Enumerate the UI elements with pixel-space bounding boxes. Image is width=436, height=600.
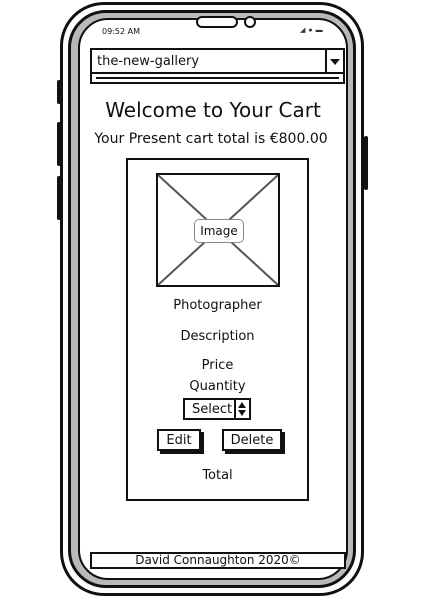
photographer-label: Photographer — [173, 298, 262, 313]
status-icons: ◢●▬ — [300, 26, 326, 34]
volume-down-button — [57, 122, 61, 166]
price-label: Price — [201, 358, 234, 373]
status-time: 09:52 AM — [102, 27, 140, 36]
delete-button[interactable]: Delete — [222, 429, 282, 451]
front-camera — [244, 16, 256, 28]
volume-up-button — [57, 80, 61, 104]
up-down-arrows-icon[interactable] — [234, 400, 249, 418]
cart-total: Your Present cart total is €800.00 — [94, 131, 328, 147]
wifi-icon: ● — [308, 27, 316, 34]
item-total-label: Total — [202, 468, 233, 483]
nav-strip — [90, 74, 345, 84]
quantity-label: Quantity — [189, 379, 246, 394]
power-button — [364, 136, 368, 190]
description-label: Description — [180, 329, 255, 344]
image-label: Image — [194, 219, 244, 243]
site-select[interactable]: the-new-gallery — [90, 48, 345, 74]
quantity-select[interactable]: Select — [183, 398, 251, 420]
page-title: Welcome to Your Cart — [105, 98, 321, 122]
footer-copyright: David Connaughton 2020© — [90, 552, 346, 569]
edit-button[interactable]: Edit — [157, 429, 201, 451]
battery-icon: ▬ — [315, 27, 326, 34]
mute-switch — [57, 176, 61, 220]
speaker-grille — [196, 16, 238, 28]
chevron-down-icon[interactable] — [325, 50, 343, 72]
site-select-value: the-new-gallery — [97, 54, 200, 69]
quantity-select-value: Select — [192, 402, 233, 417]
